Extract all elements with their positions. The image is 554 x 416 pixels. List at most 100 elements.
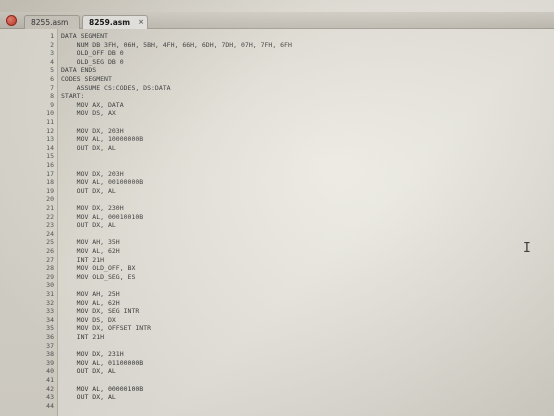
code-text: MOV AH, 25H [61, 290, 120, 298]
code-line[interactable]: 7 ASSUME CS:CODES, DS:DATA [0, 84, 554, 93]
code-editor[interactable]: 1 DATA SEGMENT 2 NUM DB 3FH, 06H, 5BH, 4FH… [0, 29, 554, 416]
code-line[interactable]: 16 [0, 161, 554, 170]
code-line[interactable]: 14 OUT DX, AL [0, 144, 554, 153]
code-line[interactable]: 21 MOV DX, 230H [0, 204, 554, 213]
code-text: DATA ENDS [61, 66, 97, 75]
code-line[interactable]: 35 MOV DX, OFFSET INTR [0, 324, 554, 333]
line-number: 31 [46, 290, 54, 298]
code-line[interactable]: 37 [0, 342, 554, 351]
code-line[interactable]: 9 MOV AX, DATA [0, 101, 554, 110]
code-text: MOV DX, 230H [61, 204, 124, 212]
code-line[interactable]: 20 [0, 195, 554, 204]
code-line[interactable]: 2 NUM DB 3FH, 06H, 5BH, 4FH, 66H, 6DH, 7… [0, 41, 554, 50]
line-number: 25 [46, 238, 54, 247]
line-number: 23 [46, 221, 54, 230]
code-line[interactable]: 44 [0, 402, 554, 411]
code-text: MOV DS, DX [61, 315, 116, 324]
code-line[interactable]: 38 MOV DX, 231H [0, 350, 554, 359]
code-line[interactable]: 8 START: [0, 92, 554, 101]
code-line[interactable]: 32 MOV AL, 62H [0, 299, 554, 308]
code-line[interactable]: 41 [0, 376, 554, 385]
tab-8259-asm[interactable]: 8259.asm × [82, 15, 148, 29]
code-line[interactable]: 28 MOV OLD_OFF, BX [0, 264, 554, 273]
code-line[interactable]: 6 CODES SEGMENT [0, 75, 554, 84]
line-number: 32 [46, 298, 54, 307]
code-line[interactable]: 26 MOV AL, 62H [0, 247, 554, 256]
line-number: 4 [50, 57, 54, 66]
code-text: MOV DX, 203H [61, 126, 124, 135]
code-line[interactable]: 25 MOV AH, 35H [0, 238, 554, 247]
line-number: 28 [46, 264, 54, 273]
line-number: 14 [46, 143, 54, 152]
line-number: 7 [50, 83, 54, 92]
code-line[interactable]: 42 MOV AL, 00000100B [0, 385, 554, 394]
line-number: 3 [50, 49, 54, 58]
close-tab-icon[interactable]: × [138, 16, 144, 29]
line-number: 26 [46, 247, 54, 255]
code-line[interactable]: 12 MOV DX, 203H [0, 127, 554, 136]
code-line[interactable]: 31 MOV AH, 25H [0, 290, 554, 299]
line-number: 8 [50, 92, 54, 101]
code-line[interactable]: 18 MOV AL, 00100000B [0, 178, 554, 187]
line-number: 10 [46, 109, 54, 118]
code-line[interactable]: 10 MOV DS, AX [0, 109, 554, 118]
line-number: 33 [46, 307, 54, 316]
line-number: 9 [50, 100, 54, 109]
line-number: 34 [46, 315, 54, 324]
code-line[interactable]: 4 OLD_SEG DB 0 [0, 58, 554, 67]
code-text: OUT DX, AL [61, 393, 116, 402]
code-line[interactable]: 30 [0, 281, 554, 290]
code-text: START: [61, 92, 85, 101]
code-line[interactable]: 33 MOV DX, SEG INTR [0, 307, 554, 316]
line-number: 41 [46, 376, 54, 384]
code-text: MOV AL, 00000100B [61, 384, 144, 393]
line-number: 19 [46, 186, 54, 195]
code-line[interactable]: 22 MOV AL, 00010010B [0, 213, 554, 222]
close-window-icon[interactable] [6, 15, 17, 26]
line-number: 1 [50, 32, 54, 40]
code-text: MOV AH, 35H [61, 238, 120, 247]
code-line[interactable]: 36 INT 21H [0, 333, 554, 342]
code-text: MOV AL, 62H [61, 247, 120, 255]
code-line[interactable]: 1 DATA SEGMENT [0, 32, 554, 41]
line-number: 35 [46, 324, 54, 333]
code-line[interactable]: 39 MOV AL, 01100000B [0, 359, 554, 368]
code-text: MOV AL, 01100000B [61, 358, 144, 367]
code-text: MOV AL, 00100000B [61, 178, 144, 187]
code-line[interactable]: 24 [0, 230, 554, 239]
code-line[interactable]: 15 [0, 152, 554, 161]
code-text: INT 21H [61, 333, 105, 341]
tab-8255-asm[interactable]: 8255.asm [24, 15, 80, 29]
code-line[interactable]: 29 MOV OLD_SEG, ES [0, 273, 554, 282]
code-text: OLD_OFF DB 0 [61, 49, 124, 58]
code-line[interactable]: 34 MOV DS, DX [0, 316, 554, 325]
code-text: CODES SEGMENT [61, 75, 112, 83]
line-number: 43 [46, 393, 54, 402]
code-line[interactable]: 19 OUT DX, AL [0, 187, 554, 196]
code-text: OUT DX, AL [61, 367, 116, 376]
code-line[interactable]: 23 OUT DX, AL [0, 221, 554, 230]
code-line[interactable]: 11 [0, 118, 554, 127]
line-number: 27 [46, 255, 54, 264]
code-line[interactable]: 3 OLD_OFF DB 0 [0, 49, 554, 58]
code-line[interactable]: 27 INT 21H [0, 256, 554, 265]
code-line[interactable]: 5 DATA ENDS [0, 66, 554, 75]
line-number: 38 [46, 350, 54, 359]
code-text: MOV AL, 10000000B [61, 135, 144, 144]
line-number: 13 [46, 135, 54, 144]
code-text: MOV DX, OFFSET INTR [61, 324, 152, 333]
code-line[interactable]: 13 MOV AL, 10000000B [0, 135, 554, 144]
code-text: ASSUME CS:CODES, DS:DATA [61, 83, 171, 92]
line-number: 17 [46, 169, 54, 178]
code-line[interactable]: 17 MOV DX, 203H [0, 170, 554, 179]
tab-label: 8255.asm [31, 18, 69, 27]
code-text: MOV DS, AX [61, 109, 116, 118]
line-number: 29 [46, 272, 54, 281]
code-line[interactable]: 40 OUT DX, AL [0, 367, 554, 376]
code-line[interactable]: 43 OUT DX, AL [0, 393, 554, 402]
line-number: 30 [46, 281, 54, 290]
line-number: 6 [50, 75, 54, 83]
code-text: MOV AL, 62H [61, 298, 120, 307]
tab-bar: 8255.asm 8259.asm × [0, 12, 554, 29]
line-number: 15 [46, 152, 54, 161]
